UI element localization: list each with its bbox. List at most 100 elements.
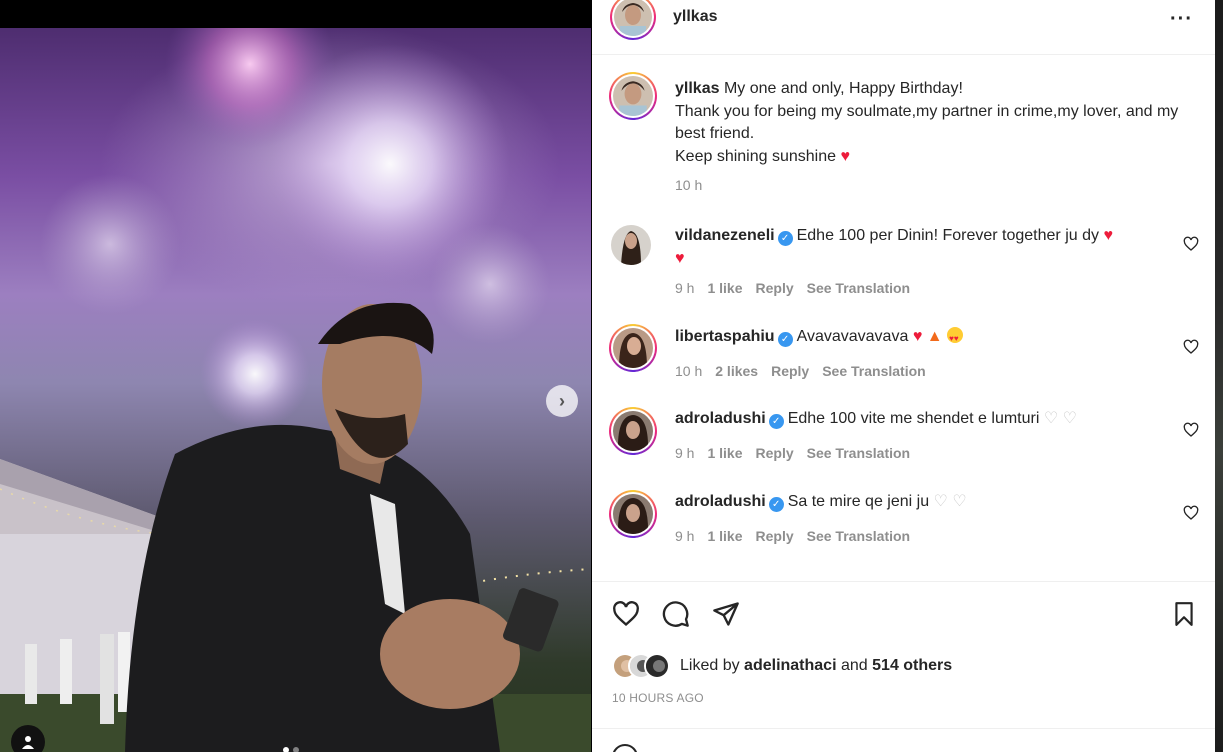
comment-likes[interactable]: 1 like <box>707 280 742 296</box>
carousel-indicator <box>283 747 299 752</box>
comment-meta: 9 h 1 like Reply See Translation <box>675 528 910 544</box>
comment-username[interactable]: adroladushi <box>675 493 766 510</box>
white-heart-icon: ♡ <box>1062 410 1077 427</box>
comment-username[interactable]: vildanezeneli <box>675 227 775 244</box>
commenter-avatar[interactable] <box>609 407 657 455</box>
section-divider <box>592 581 1215 582</box>
see-translation-button[interactable]: See Translation <box>807 280 910 296</box>
post-detail-panel: yllkas ··· yllkas My one and only, Happy… <box>592 0 1215 752</box>
caption-line-1: My one and only, Happy Birthday! <box>723 80 963 97</box>
commenter-avatar[interactable] <box>611 225 651 265</box>
white-heart-icon: ♡ <box>1043 410 1059 427</box>
white-heart-icon: ♡ <box>952 493 967 510</box>
red-heart-icon: ♥ <box>675 249 685 267</box>
page-backdrop <box>1215 0 1223 752</box>
comment-bubble-icon <box>662 601 689 627</box>
reply-button[interactable]: Reply <box>756 528 794 544</box>
comment-meta: 9 h 1 like Reply See Translation <box>675 445 910 461</box>
verified-badge-icon: ✓ <box>768 414 784 429</box>
comment-username[interactable]: libertaspahiu <box>675 328 775 345</box>
comment-likes[interactable]: 1 like <box>707 528 742 544</box>
caption-line-2: Thank you for being my soulmate,my partn… <box>675 102 1179 143</box>
commenter-photo <box>613 494 653 534</box>
caption-author-photo <box>613 76 653 116</box>
red-heart-icon: ♥ <box>840 147 850 165</box>
author-username[interactable]: yllkas <box>673 8 717 26</box>
comment-button[interactable] <box>660 596 692 632</box>
photo-top-bar <box>0 14 591 28</box>
comment-text: libertaspahiu ✓ Avavavavavava ♥ ▲ ♥♥ <box>675 326 1165 349</box>
see-translation-button[interactable]: See Translation <box>822 363 925 379</box>
comment-body: Sa te mire qe jeni ju <box>787 493 930 510</box>
comment-time[interactable]: 9 h <box>675 528 694 544</box>
post-caption: yllkas My one and only, Happy Birthday! … <box>675 78 1185 168</box>
reply-button[interactable]: Reply <box>756 445 794 461</box>
comment-body: Edhe 100 vite me shendet e lumturi <box>787 410 1040 427</box>
likes-text: Liked by adelinathaci and 514 others <box>680 657 952 675</box>
white-heart-icon: ♡ <box>933 493 948 510</box>
likes-and: and <box>840 657 868 674</box>
caption-time[interactable]: 10 h <box>675 177 702 193</box>
share-button[interactable] <box>710 596 742 632</box>
comment-likes[interactable]: 2 likes <box>715 363 758 379</box>
caption-avatar[interactable] <box>609 72 657 120</box>
section-divider <box>592 728 1215 729</box>
post-timestamp[interactable]: 10 HOURS AGO <box>612 691 704 705</box>
like-button[interactable] <box>610 596 642 632</box>
red-heart-icon: ♥ <box>912 328 923 345</box>
heart-icon <box>613 601 639 627</box>
reply-button[interactable]: Reply <box>756 280 794 296</box>
caption-line-3: Keep shining sunshine <box>675 147 837 165</box>
chevron-right-icon: › <box>559 390 565 411</box>
carousel-dot[interactable] <box>293 747 299 752</box>
verified-badge-icon: ✓ <box>777 231 793 246</box>
heart-outline-icon[interactable] <box>1183 505 1199 521</box>
caption-username[interactable]: yllkas <box>675 80 719 97</box>
see-translation-button[interactable]: See Translation <box>807 445 910 461</box>
post-actions-bar <box>592 596 1215 632</box>
next-photo-button[interactable]: › <box>546 385 578 417</box>
author-avatar[interactable] <box>610 0 656 40</box>
commenter-photo <box>611 225 651 265</box>
verified-badge-icon: ✓ <box>768 497 784 512</box>
commenter-avatar[interactable] <box>609 324 657 372</box>
photo-scene <box>0 14 591 752</box>
carousel-dot[interactable] <box>283 747 289 752</box>
commenter-avatar[interactable] <box>609 490 657 538</box>
commenter-photo <box>613 328 653 368</box>
comment-likes[interactable]: 1 like <box>707 445 742 461</box>
likes-others[interactable]: 514 others <box>872 657 952 674</box>
reply-button[interactable]: Reply <box>771 363 809 379</box>
heart-outline-icon[interactable] <box>1183 422 1199 438</box>
commenter-photo <box>613 411 653 451</box>
liker-username[interactable]: adelinathaci <box>744 657 836 674</box>
heart-outline-icon[interactable] <box>1183 236 1199 252</box>
heart-outline-icon[interactable] <box>1183 339 1199 355</box>
bookmark-icon <box>1175 602 1193 626</box>
comment-time[interactable]: 9 h <box>675 445 694 461</box>
comment-time[interactable]: 10 h <box>675 363 702 379</box>
user-icon <box>22 736 34 749</box>
comment-meta: 10 h 2 likes Reply See Translation <box>675 363 926 379</box>
comment-meta: 9 h 1 like Reply See Translation <box>675 280 910 296</box>
red-heart-icon: ♥ <box>1103 227 1113 244</box>
emoji-icon[interactable] <box>612 744 638 752</box>
more-options-icon[interactable]: ··· <box>1170 8 1193 31</box>
tagged-users-button[interactable] <box>11 725 45 752</box>
likes-summary: Liked by adelinathaci and 514 others <box>612 652 952 680</box>
comment-username[interactable]: adroladushi <box>675 410 766 427</box>
fire-icon: ▲ <box>926 328 943 345</box>
heart-eyes-icon: ♥♥ <box>947 327 964 343</box>
comment-text: vildanezeneli ✓ Edhe 100 per Dinin! Foreve… <box>675 225 1165 270</box>
comment-text: adroladushi ✓ Edhe 100 vite me shendet e l… <box>675 408 1165 431</box>
comment-body: Edhe 100 per Dinin! Forever together ju … <box>796 227 1099 244</box>
paper-plane-icon <box>713 602 739 626</box>
post-header: yllkas ··· <box>592 0 1215 55</box>
comment-body: Avavavavavava <box>796 328 909 345</box>
comment-time[interactable]: 9 h <box>675 280 694 296</box>
save-button[interactable] <box>1168 596 1200 632</box>
post-photo[interactable]: › <box>0 14 591 752</box>
see-translation-button[interactable]: See Translation <box>807 528 910 544</box>
likes-prefix: Liked by <box>680 657 740 674</box>
verified-badge-icon: ✓ <box>777 332 793 347</box>
